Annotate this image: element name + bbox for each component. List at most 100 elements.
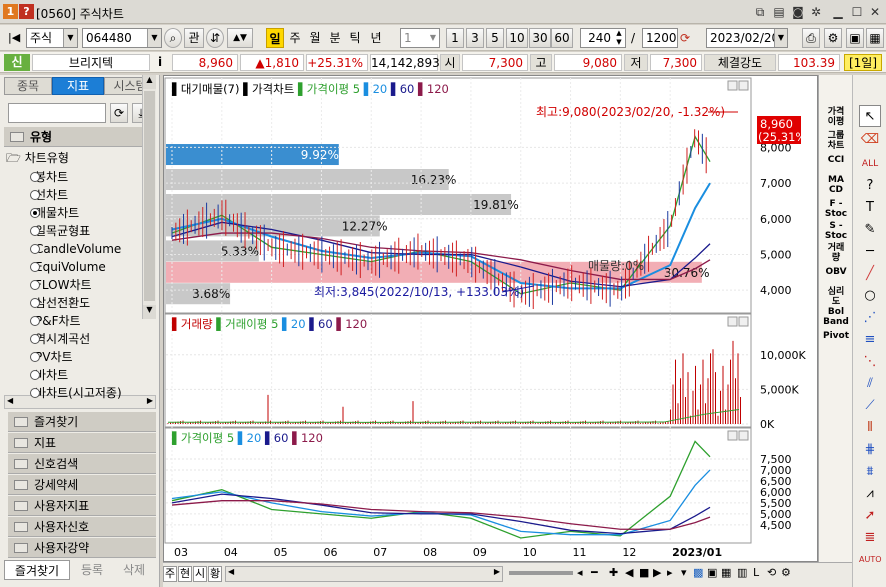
chevron-down-icon[interactable]: ▼ [427, 29, 439, 47]
radio-icon[interactable] [30, 226, 40, 236]
macd-button[interactable]: MA CD [819, 175, 853, 195]
save-icon[interactable]: ▣ [846, 28, 864, 48]
zigzag-icon[interactable]: ⩘ [859, 483, 881, 505]
chart-settings-icon[interactable]: ⚙ [781, 566, 791, 579]
scroll-up-icon[interactable]: ▲ [143, 75, 156, 89]
legend-entry[interactable]: 20 [373, 82, 388, 96]
market-select[interactable]: 주식 ▼ [26, 28, 78, 48]
auto-trend-icon[interactable]: AUTO [859, 549, 882, 571]
arrow-tool-icon[interactable]: ➚ [859, 505, 881, 527]
speed-lines-icon[interactable]: ⩩ [859, 461, 881, 483]
pane-maximize-button[interactable] [727, 430, 738, 441]
delete-button[interactable]: 삭제 [114, 560, 154, 580]
scroll-down-icon[interactable]: ▼ [143, 305, 156, 319]
stock-code-input[interactable]: 064480 ▼ [82, 28, 162, 48]
chart-type-option[interactable]: 바차트(시고저종) [16, 384, 122, 402]
tree-parent-chart-type[interactable]: 🗁 차트유형 [6, 149, 69, 170]
group-chart-button[interactable]: 그룹 차트 [819, 131, 853, 151]
tab-stocks[interactable]: 종목 [4, 77, 52, 95]
chart-type-option[interactable]: 매물차트 [16, 204, 79, 222]
level-lines-icon[interactable]: ≣ [859, 527, 881, 549]
bollinger-band-button[interactable]: Bol Band [819, 307, 853, 327]
view-wide-button[interactable]: 황 [208, 566, 222, 582]
eraser-icon[interactable]: ⌫ [859, 129, 881, 151]
radio-icon[interactable] [30, 244, 40, 254]
chart-type-option[interactable]: CandleVolume [16, 240, 121, 258]
link-icon[interactable]: ⧉ [752, 4, 768, 20]
pane-maximize-button[interactable] [727, 316, 738, 327]
chevron-down-icon[interactable]: ▼ [774, 29, 787, 47]
text-tool-icon[interactable]: T [859, 197, 881, 219]
fast-stochastic-button[interactable]: F - Stoc [819, 199, 853, 219]
pointer-icon[interactable]: ▾ [681, 566, 687, 579]
date-picker[interactable]: 2023/02/20 ▼ [706, 28, 788, 48]
chevron-down-icon[interactable]: ▼ [147, 29, 161, 47]
radio-icon[interactable] [30, 280, 40, 290]
radio-icon[interactable] [30, 298, 40, 308]
legend-entry[interactable]: 60 [318, 317, 333, 331]
radio-icon[interactable] [30, 370, 40, 380]
radio-icon[interactable] [30, 172, 40, 182]
scroll-right-icon[interactable]: ▶ [147, 396, 153, 405]
cursor-icon[interactable]: ↖ [859, 105, 881, 127]
legend-entry[interactable]: 가격이평 5 [181, 431, 234, 445]
chart-type-option[interactable]: 선차트 [16, 186, 68, 204]
section-folder[interactable]: 사용자강약 [8, 538, 156, 558]
price-moving-average-button[interactable]: 가격 이평 [819, 107, 853, 127]
gear-icon[interactable]: ✲ [808, 4, 824, 20]
view-present-button[interactable]: 현 [178, 566, 192, 582]
chevron-down-icon[interactable]: ▼ [63, 29, 77, 47]
memo-icon[interactable]: ▤ [771, 4, 787, 20]
chart-type-option[interactable]: 일목균형표 [16, 222, 90, 240]
section-folder[interactable]: 사용자신호 [8, 517, 156, 537]
channel-icon[interactable]: ⫽ [859, 373, 881, 395]
period-tick[interactable]: 틱 [346, 28, 364, 48]
search-icon[interactable]: ⌕ [164, 28, 182, 48]
log-scale-icon[interactable]: L [753, 566, 759, 579]
refresh-icon[interactable]: ⟳ [680, 31, 690, 45]
horizontal-line-icon[interactable]: ─ [859, 241, 881, 263]
scroll-thumb[interactable] [144, 91, 155, 301]
reset-icon[interactable]: ⟲ [767, 566, 776, 579]
help-icon[interactable]: ? [859, 175, 881, 197]
step-back-icon[interactable]: ◀ [625, 566, 633, 579]
chart-type-option[interactable]: PV차트 [16, 348, 73, 366]
gann-fan-icon[interactable]: ⋱ [859, 351, 881, 373]
info-button[interactable]: i [152, 54, 168, 71]
radio-icon[interactable] [30, 316, 40, 326]
pane-close-button[interactable] [738, 430, 749, 441]
close-icon[interactable]: ✕ [867, 4, 883, 20]
radio-icon[interactable] [30, 352, 40, 362]
obv-button[interactable]: OBV [819, 267, 853, 277]
scroll-right-icon[interactable]: ▶ [494, 567, 500, 576]
cci-button[interactable]: CCI [819, 155, 853, 165]
pane-close-button[interactable] [738, 80, 749, 91]
camera-icon[interactable]: ◙ [790, 4, 806, 20]
period-year[interactable]: 년 [367, 28, 385, 48]
chart-type-option[interactable]: 봉차트 [16, 168, 68, 186]
zoom-plus-icon[interactable]: ✚ [609, 566, 618, 579]
legend-entry[interactable]: 120 [301, 431, 323, 445]
legend-entry[interactable]: 거래이평 5 [225, 317, 278, 331]
count-spinner-icon[interactable]: ▲ ▼ [613, 29, 625, 47]
period-minute[interactable]: 분 [326, 28, 344, 48]
interval-5[interactable]: 5 [486, 28, 504, 48]
display-count-input[interactable]: 240 ▲ ▼ [580, 28, 626, 48]
radio-icon[interactable] [30, 388, 40, 398]
refresh-icon[interactable]: ⟳ [110, 103, 128, 123]
legend-entry[interactable]: 거래량 [181, 317, 213, 331]
section-type[interactable]: 유형 [4, 127, 156, 147]
tab-favorites[interactable]: 즐겨찾기 [4, 560, 70, 580]
section-folder[interactable]: 지표 [8, 433, 156, 453]
register-button[interactable]: 등록 [72, 560, 112, 580]
calendar-icon[interactable]: ▦ [721, 566, 731, 579]
all-clear-icon[interactable]: ALL [859, 153, 881, 175]
view-time-button[interactable]: 시 [193, 566, 207, 582]
layout-icon[interactable]: ▦ [866, 28, 884, 48]
radio-icon[interactable] [30, 262, 40, 272]
settings-icon[interactable]: ⚙ [824, 28, 842, 48]
sync-icon[interactable]: ⇵ [206, 28, 224, 48]
grid-lines-icon[interactable]: ⋕ [859, 439, 881, 461]
updown-spinner[interactable]: ▲▼ [227, 28, 253, 48]
chart-type-option[interactable]: FLOW차트 [16, 276, 92, 294]
